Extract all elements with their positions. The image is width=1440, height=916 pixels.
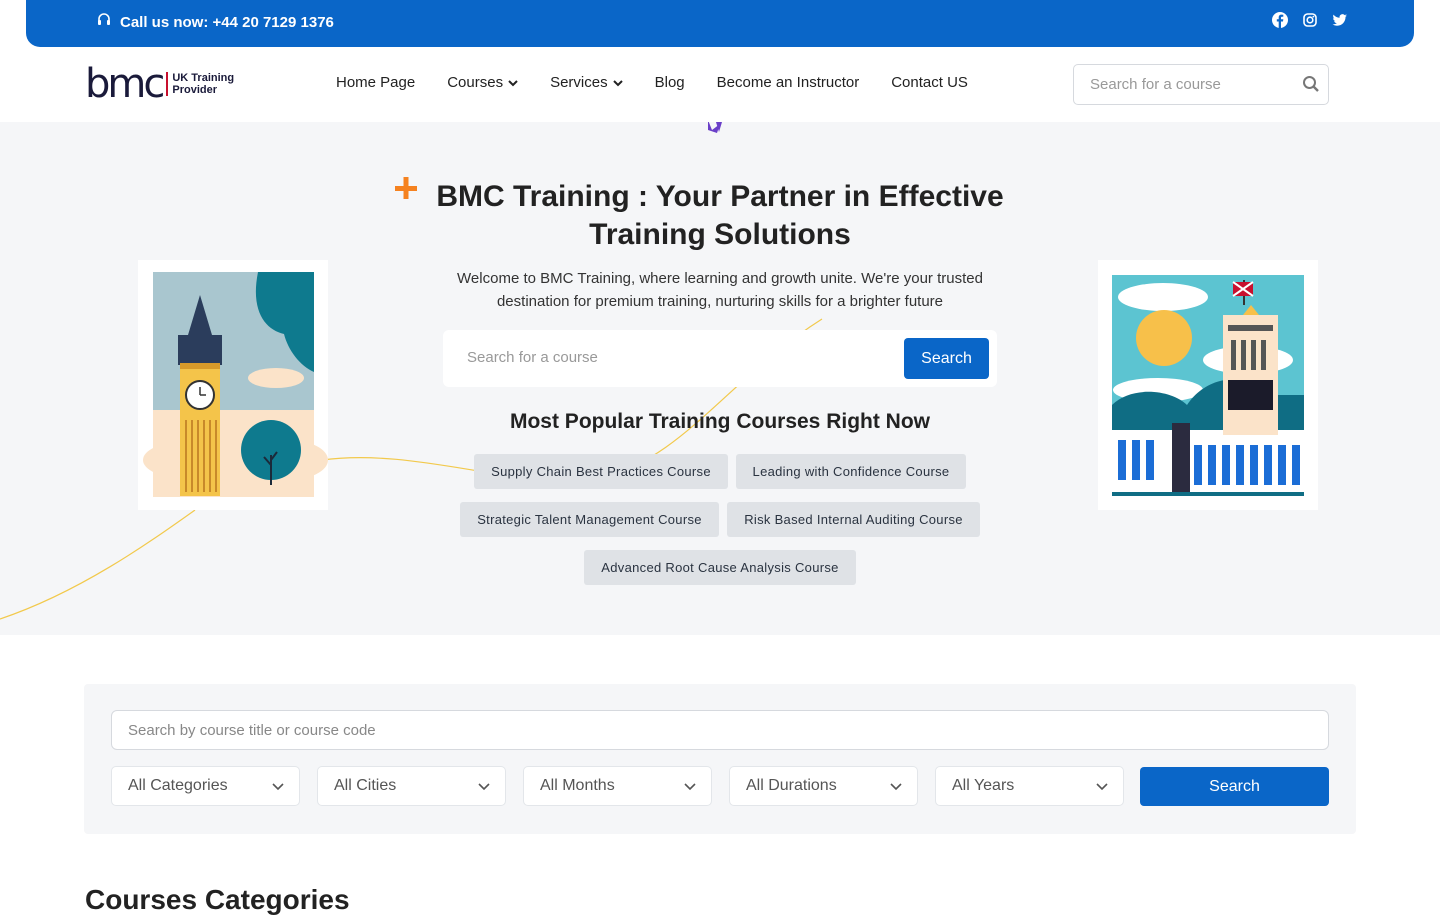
call-text: Call us now: +44 20 7129 1376 bbox=[120, 13, 334, 31]
logo[interactable]: bmc UK Training Provider bbox=[85, 61, 234, 107]
courses-categories-heading: Courses Categories bbox=[85, 884, 350, 915]
nav-label: Courses bbox=[447, 74, 504, 91]
hero-lead: Welcome to BMC Training, where learning … bbox=[457, 270, 983, 310]
big-ben-stamp-image bbox=[138, 260, 328, 510]
course-search-input[interactable]: Search by course title or course code bbox=[111, 710, 1329, 750]
chevron-down-icon bbox=[508, 74, 518, 91]
select-value: All Categories bbox=[128, 777, 228, 794]
select-value: All Months bbox=[540, 777, 615, 794]
year-select[interactable]: All Years bbox=[935, 766, 1124, 806]
nav-item-services[interactable]: Services bbox=[550, 74, 623, 91]
instagram-icon[interactable] bbox=[1302, 12, 1318, 28]
month-select[interactable]: All Months bbox=[523, 766, 712, 806]
nav-label: Contact US bbox=[891, 74, 968, 91]
hero-section: BMC Training : Your Partner in Effective… bbox=[0, 122, 1440, 635]
category-select[interactable]: All Categories bbox=[111, 766, 300, 806]
nav-label: Become an Instructor bbox=[716, 74, 860, 91]
logo-subtitle: UK Training Provider bbox=[166, 72, 234, 96]
nav-item-courses[interactable]: Courses bbox=[447, 74, 518, 91]
logo-mark: bmc bbox=[85, 61, 165, 107]
select-value: All Years bbox=[952, 777, 1015, 794]
popular-course-chip[interactable]: Advanced Root Cause Analysis Course bbox=[584, 550, 856, 585]
search-icon[interactable] bbox=[1302, 75, 1320, 97]
headset-icon bbox=[96, 12, 112, 32]
nav-item-blog[interactable]: Blog bbox=[655, 74, 685, 91]
nav-search-placeholder: Search for a course bbox=[1090, 76, 1221, 93]
hero-search-bar: Search for a course Search bbox=[443, 330, 997, 387]
hero-search-button[interactable]: Search bbox=[904, 338, 989, 379]
duration-select[interactable]: All Durations bbox=[729, 766, 918, 806]
logo-subtitle-line2: Provider bbox=[172, 84, 217, 96]
westminster-stamp-image bbox=[1098, 260, 1318, 510]
chevron-down-icon bbox=[477, 779, 491, 798]
popular-course-chip[interactable]: Supply Chain Best Practices Course bbox=[474, 454, 728, 489]
chevron-down-icon bbox=[1095, 779, 1109, 798]
course-search-placeholder: Search by course title or course code bbox=[128, 721, 376, 739]
popular-course-chip[interactable]: Strategic Talent Management Course bbox=[460, 502, 719, 537]
main-nav: bmc UK Training Provider Home Page Cours… bbox=[0, 47, 1440, 122]
logo-subtitle-line1: UK Training bbox=[172, 72, 235, 84]
nav-item-home[interactable]: Home Page bbox=[336, 74, 415, 91]
top-bar: Call us now: +44 20 7129 1376 bbox=[26, 0, 1414, 47]
nav-search-input[interactable]: Search for a course bbox=[1073, 64, 1329, 105]
chevron-down-icon bbox=[889, 779, 903, 798]
city-select[interactable]: All Cities bbox=[317, 766, 506, 806]
popular-course-chip[interactable]: Leading with Confidence Course bbox=[736, 454, 966, 489]
popular-courses-title: Most Popular Training Courses Right Now bbox=[509, 410, 931, 433]
filter-search-button[interactable]: Search bbox=[1140, 767, 1329, 806]
chevron-down-icon bbox=[683, 779, 697, 798]
course-filter-panel: Search by course title or course code Al… bbox=[84, 684, 1356, 834]
hero-title: BMC Training : Your Partner in Effective… bbox=[436, 180, 1004, 251]
facebook-icon[interactable] bbox=[1272, 12, 1288, 28]
nav-label: Home Page bbox=[336, 74, 416, 91]
select-value: All Cities bbox=[334, 777, 397, 794]
select-value: All Durations bbox=[746, 777, 837, 794]
hero-search-input[interactable]: Search for a course bbox=[467, 349, 598, 366]
call-us[interactable]: Call us now: +44 20 7129 1376 bbox=[96, 12, 334, 32]
social-links bbox=[1272, 12, 1348, 28]
nav-item-contact[interactable]: Contact US bbox=[891, 74, 968, 91]
popular-course-chip[interactable]: Risk Based Internal Auditing Course bbox=[727, 502, 980, 537]
twitter-icon[interactable] bbox=[1332, 12, 1348, 28]
chevron-down-icon bbox=[612, 74, 623, 91]
nav-label: Services bbox=[550, 74, 608, 91]
nav-label: Blog bbox=[654, 74, 685, 91]
chevron-down-icon bbox=[271, 779, 285, 798]
nav-item-become-instructor[interactable]: Become an Instructor bbox=[717, 74, 860, 91]
nav-menu: Home Page Courses Services Blog Become a… bbox=[336, 74, 968, 91]
